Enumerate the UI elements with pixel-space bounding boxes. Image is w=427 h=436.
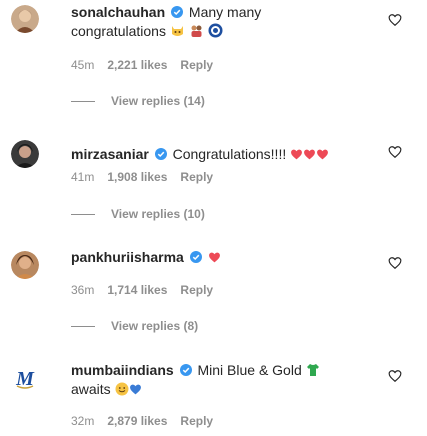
evil-eye-emoji-icon <box>208 23 223 38</box>
avatar[interactable] <box>11 251 39 279</box>
reply-button[interactable]: Reply <box>180 170 213 184</box>
comment-meta: 41m 1,908 likes Reply <box>71 170 213 184</box>
username[interactable]: pankhuriisharma <box>71 249 184 265</box>
reply-button[interactable]: Reply <box>180 58 213 72</box>
comment-time: 32m <box>71 414 95 428</box>
red-heart-emoji-icon <box>317 149 329 160</box>
comment-text-line1: Many many <box>188 4 262 20</box>
view-replies-button[interactable]: View replies (8) <box>71 319 198 333</box>
comment-text: sonalchauhan Many many congratulations <box>71 3 261 41</box>
username[interactable]: sonalchauhan <box>71 4 165 20</box>
family-emoji-icon <box>191 25 202 37</box>
comment-text: pankhuriisharma <box>71 248 221 267</box>
view-replies-button[interactable]: View replies (10) <box>71 207 205 221</box>
avatar[interactable]: M <box>11 364 39 392</box>
comment-meta: 32m 2,879 likes Reply <box>71 414 213 428</box>
view-replies-label: View replies (14) <box>111 94 205 108</box>
comment-time: 45m <box>71 58 95 72</box>
red-heart-emoji-icon <box>291 149 303 160</box>
reply-button[interactable]: Reply <box>180 414 213 428</box>
heart-outline-icon[interactable] <box>388 145 402 159</box>
verified-badge-icon <box>189 251 202 263</box>
avatar[interactable] <box>11 140 39 168</box>
view-replies-label: View replies (10) <box>111 207 205 221</box>
likes-count[interactable]: 2,221 likes <box>107 58 167 72</box>
username[interactable]: mirzasaniar <box>71 146 149 162</box>
heart-outline-icon[interactable] <box>388 256 402 270</box>
likes-count[interactable]: 1,714 likes <box>107 283 167 297</box>
verified-badge-icon <box>171 6 184 18</box>
divider <box>71 325 95 327</box>
smiling-face-emoji-icon <box>115 382 129 396</box>
smiling-cat-emoji-icon <box>171 26 183 36</box>
heart-outline-icon[interactable] <box>388 369 402 383</box>
comment-text: mumbaiindians Mini Blue & Gold awaits <box>71 361 320 399</box>
verified-badge-icon <box>179 364 192 376</box>
comment-meta: 45m 2,221 likes Reply <box>71 58 213 72</box>
heart-outline-icon[interactable] <box>388 13 402 27</box>
comment-text-line2: congratulations <box>71 23 166 39</box>
comment-time: 41m <box>71 170 95 184</box>
username[interactable]: mumbaiindians <box>71 362 174 378</box>
verified-badge-icon <box>154 148 167 160</box>
comment-meta: 36m 1,714 likes Reply <box>71 283 213 297</box>
view-replies-button[interactable]: View replies (14) <box>71 94 205 108</box>
comment-text-line1: Congratulations!!!! <box>172 146 287 162</box>
comment-text: mirzasaniar Congratulations!!!! <box>71 145 329 164</box>
likes-count[interactable]: 2,879 likes <box>107 414 167 428</box>
likes-count[interactable]: 1,908 likes <box>107 170 167 184</box>
red-heart-emoji-icon <box>304 149 316 160</box>
divider <box>71 100 95 102</box>
comment-time: 36m <box>71 283 95 297</box>
red-heart-emoji-icon <box>208 252 220 263</box>
divider <box>71 213 95 215</box>
reply-button[interactable]: Reply <box>180 283 213 297</box>
avatar[interactable] <box>11 5 39 33</box>
green-shirt-emoji-icon <box>306 364 319 376</box>
blue-heart-emoji-icon <box>129 384 141 395</box>
comment-text-line2: awaits <box>71 381 111 397</box>
view-replies-label: View replies (8) <box>111 319 199 333</box>
comment-text-line1: Mini Blue & Gold <box>197 362 302 378</box>
